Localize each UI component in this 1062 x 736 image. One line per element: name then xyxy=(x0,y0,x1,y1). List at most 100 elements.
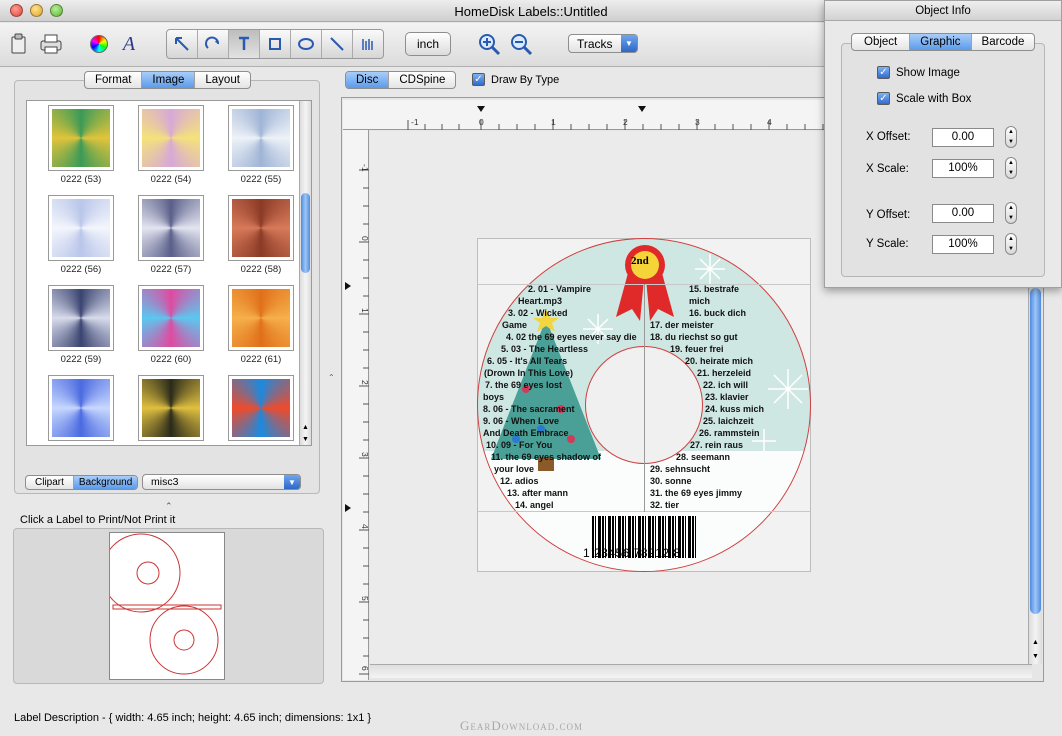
thumbnail-scrollbar[interactable]: ▲ ▼ xyxy=(299,101,311,445)
drawing-tools xyxy=(166,29,384,59)
thumbnail-image xyxy=(228,105,294,171)
bars-tool-icon[interactable] xyxy=(353,30,383,58)
tab-object[interactable]: Object xyxy=(852,34,911,50)
list-item: 2. 01 - Vampire xyxy=(528,284,592,294)
x-scale-field[interactable]: 100% xyxy=(932,159,994,178)
y-scale-stepper[interactable]: ▲ ▼ xyxy=(1005,233,1017,255)
thumbnail-item[interactable]: 0222 (56) xyxy=(41,195,121,275)
ruler-label: 3 xyxy=(695,117,700,127)
canvas-horizontal-scrollbar[interactable] xyxy=(370,664,1032,678)
ellipse-tool-icon[interactable] xyxy=(291,30,322,58)
tracks-popup[interactable]: Tracks ▼ xyxy=(568,34,638,53)
swirl-pattern-icon xyxy=(142,109,200,167)
tab-disc[interactable]: Disc xyxy=(346,72,390,88)
thumbnail-item[interactable] xyxy=(131,375,211,444)
show-image-checkbox[interactable]: ✓ Show Image xyxy=(877,66,960,79)
thumbnail-item[interactable]: 0222 (59) xyxy=(41,285,121,365)
y-offset-field[interactable]: 0.00 xyxy=(932,204,994,223)
list-item: Game xyxy=(502,320,528,330)
thumbnail-image xyxy=(228,195,294,261)
x-scale-stepper[interactable]: ▲ ▼ xyxy=(1005,157,1017,179)
track-list-right[interactable]: 15. bestrafe mich 16. buck dich 17. der … xyxy=(650,283,764,511)
thumbnail-item[interactable]: 0222 (58) xyxy=(221,195,301,275)
tab-format[interactable]: Format xyxy=(85,72,143,88)
object-info-panel: Object Info Object Graphic Barcode ✓ Sho… xyxy=(824,0,1062,288)
thumbnail-item[interactable]: 0222 (55) xyxy=(221,105,301,185)
rectangle-tool-icon[interactable] xyxy=(260,30,291,58)
rotate-tool-icon[interactable] xyxy=(198,30,229,58)
arrow-tool-icon[interactable] xyxy=(167,30,198,58)
tab-image[interactable]: Image xyxy=(142,72,196,88)
scroll-up-icon[interactable]: ▲ xyxy=(300,424,311,431)
tab-cdspine[interactable]: CDSpine xyxy=(389,72,455,88)
y-scale-field[interactable]: 100% xyxy=(932,235,994,254)
list-item: 8. 06 - The sacrament xyxy=(483,404,575,414)
vertical-ruler: -1 0 1 2 3 4 5 6 xyxy=(343,130,370,680)
thumbnail-caption: 0222 (60) xyxy=(150,354,192,365)
canvas-vertical-scrollbar[interactable]: ▲ ▼ xyxy=(1028,288,1042,664)
unit-button[interactable]: inch xyxy=(405,32,451,56)
tab-layout[interactable]: Layout xyxy=(195,72,250,88)
tab-graphic[interactable]: Graphic xyxy=(910,34,972,50)
category-popup-label: misc3 xyxy=(151,476,179,488)
track-list-left[interactable]: 2. 01 - Vampire Heart.mp3 3. 02 - Wicked… xyxy=(483,283,637,511)
list-item: your love xyxy=(494,464,535,474)
list-item: 31. the 69 eyes jimmy xyxy=(650,488,743,498)
thumbnail-item[interactable]: 0222 (60) xyxy=(131,285,211,365)
view-tabs: Disc CDSpine xyxy=(345,71,457,89)
font-icon[interactable]: A xyxy=(116,31,142,57)
x-scale-label: X Scale: xyxy=(866,163,909,175)
collapse-left-icon[interactable]: ⌃ xyxy=(328,373,335,382)
list-item: 24. kuss mich xyxy=(705,404,765,414)
list-item: 25. laichzeit xyxy=(703,416,754,426)
thumbnail-item[interactable]: 0222 (53) xyxy=(41,105,121,185)
ruler-label: -1 xyxy=(411,117,419,127)
thumbnail-item[interactable] xyxy=(221,375,301,444)
thumbnail-caption: 0222 (58) xyxy=(240,264,282,275)
splitter-handle-icon[interactable]: ⌃ xyxy=(165,501,173,512)
badge-text: 2nd xyxy=(631,255,649,267)
x-offset-stepper[interactable]: ▲ ▼ xyxy=(1005,126,1017,148)
thumbnail-item[interactable]: 0222 (61) xyxy=(221,285,301,365)
list-item: Heart.mp3 xyxy=(518,296,563,306)
draw-by-type-checkbox[interactable]: ✓ Draw By Type xyxy=(472,73,559,86)
thumbnail-item[interactable]: 0222 (57) xyxy=(131,195,211,275)
tab-barcode[interactable]: Barcode xyxy=(972,34,1035,50)
print-icon[interactable] xyxy=(38,31,64,57)
line-tool-icon[interactable] xyxy=(322,30,353,58)
scrollbar-thumb[interactable] xyxy=(1030,288,1041,614)
list-item: 17. der meister xyxy=(650,320,714,330)
zoom-out-icon[interactable] xyxy=(508,31,534,57)
ruler-label: -1 xyxy=(360,164,370,172)
list-item: 18. du riechst so gut xyxy=(650,332,738,342)
color-wheel-icon[interactable] xyxy=(86,31,112,57)
scroll-down-icon[interactable]: ▼ xyxy=(1029,653,1042,660)
ruler-label: 1 xyxy=(360,308,370,313)
list-item: 32. tier xyxy=(650,500,680,510)
y-offset-stepper[interactable]: ▲ ▼ xyxy=(1005,202,1017,224)
paste-icon[interactable] xyxy=(6,31,32,57)
category-popup[interactable]: misc3 ▼ xyxy=(142,474,301,490)
check-icon: ✓ xyxy=(877,92,890,105)
x-offset-field[interactable]: 0.00 xyxy=(932,128,994,147)
list-item: And Death Embrace xyxy=(483,428,569,438)
ruler-label: 0 xyxy=(360,236,370,241)
scale-with-box-checkbox[interactable]: ✓ Scale with Box xyxy=(877,92,971,105)
tab-clipart[interactable]: Clipart xyxy=(26,476,74,489)
swirl-pattern-icon xyxy=(232,289,290,347)
scroll-up-icon[interactable]: ▲ xyxy=(1029,639,1042,646)
list-item: mich xyxy=(689,296,711,306)
ruler-label: 2 xyxy=(360,380,370,385)
chevron-down-icon: ▼ xyxy=(284,475,300,489)
scrollbar-thumb[interactable] xyxy=(301,193,310,273)
scroll-down-icon[interactable]: ▼ xyxy=(300,436,311,443)
list-item: boys xyxy=(483,392,505,402)
zoom-in-icon[interactable] xyxy=(476,31,502,57)
swirl-pattern-icon xyxy=(232,379,290,437)
thumbnail-image xyxy=(48,195,114,261)
thumbnail-item[interactable]: 0222 (54) xyxy=(131,105,211,185)
text-tool-icon[interactable] xyxy=(229,30,260,58)
thumbnail-item[interactable] xyxy=(41,375,121,444)
label-sheet-preview[interactable] xyxy=(101,532,225,680)
tab-background[interactable]: Background xyxy=(73,476,138,489)
